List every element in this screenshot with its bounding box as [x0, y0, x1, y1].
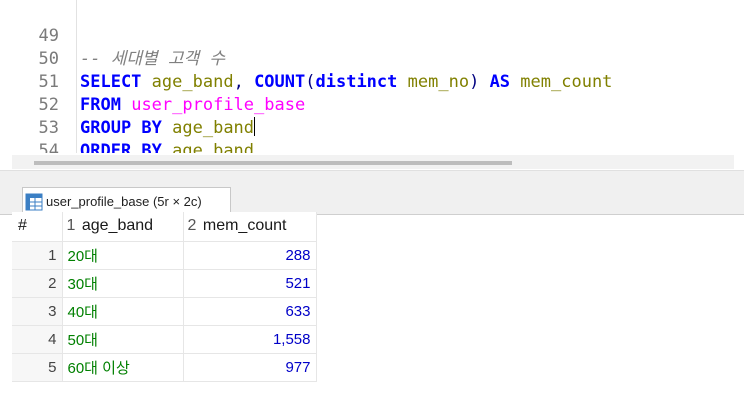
code-line-50[interactable]: 50 SELECT age_band, COUNT(distinct mem_n… [0, 25, 744, 92]
results-grid[interactable]: # 1 age_band 2 mem_count 1 20대 288 2 30대… [12, 212, 317, 382]
table-row[interactable]: 3 40대 633 [12, 297, 317, 326]
cell-mem-count[interactable]: 288 [183, 241, 317, 270]
scrollbar-thumb[interactable] [34, 161, 512, 165]
cell-mem-count[interactable]: 521 [183, 269, 317, 298]
column-header-mem-count[interactable]: 2 mem_count [183, 212, 317, 242]
cell-age-band[interactable]: 40대 [62, 297, 184, 326]
grid-header-row: # 1 age_band 2 mem_count [12, 212, 317, 242]
row-number: 4 [12, 325, 63, 354]
code-line-51[interactable]: 51 FROM user_profile_base [0, 48, 744, 115]
sql-editor[interactable]: 49 -- 세대별 고객 수 50 SELECT age_band, COUNT… [0, 0, 744, 153]
column-name: mem_count [202, 217, 287, 235]
row-number: 1 [12, 241, 63, 270]
code-line-55[interactable]: 55 [0, 140, 744, 153]
column-index: 1 [66, 217, 76, 235]
row-number-header: # [12, 212, 63, 242]
row-number: 3 [12, 297, 63, 326]
column-name: age_band [81, 217, 154, 235]
table-row[interactable]: 4 50대 1,558 [12, 325, 317, 354]
table-grid-icon [25, 193, 43, 211]
column-index: 2 [187, 217, 197, 235]
code-line-53[interactable]: 53 ORDER BY age_band [0, 94, 744, 153]
row-number: 5 [12, 353, 63, 382]
code-line-54[interactable]: 54 ; [0, 117, 744, 153]
cell-age-band[interactable]: 30대 [62, 269, 184, 298]
table-row[interactable]: 2 30대 521 [12, 269, 317, 298]
tab-result-user-profile-base[interactable]: user_profile_base (5r × 2c) [22, 187, 231, 215]
pane-splitter[interactable] [0, 170, 744, 183]
cell-age-band[interactable]: 50대 [62, 325, 184, 354]
cell-mem-count[interactable]: 977 [183, 353, 317, 382]
result-tabs-bar: user_profile_base (5r × 2c) [0, 183, 744, 215]
tab-label: user_profile_base (5r × 2c) [46, 194, 202, 209]
table-row[interactable]: 5 60대 이상 977 [12, 353, 317, 382]
cell-mem-count[interactable]: 633 [183, 297, 317, 326]
cell-age-band[interactable]: 60대 이상 [62, 353, 184, 382]
cell-mem-count[interactable]: 1,558 [183, 325, 317, 354]
table-row[interactable]: 1 20대 288 [12, 241, 317, 270]
code-line-49[interactable]: 49 -- 세대별 고객 수 [0, 2, 744, 69]
row-number: 2 [12, 269, 63, 298]
column-header-age-band[interactable]: 1 age_band [62, 212, 184, 242]
horizontal-scrollbar[interactable] [12, 155, 734, 169]
code-line-52[interactable]: 52 GROUP BY age_band [0, 71, 744, 138]
cell-age-band[interactable]: 20대 [62, 241, 184, 270]
